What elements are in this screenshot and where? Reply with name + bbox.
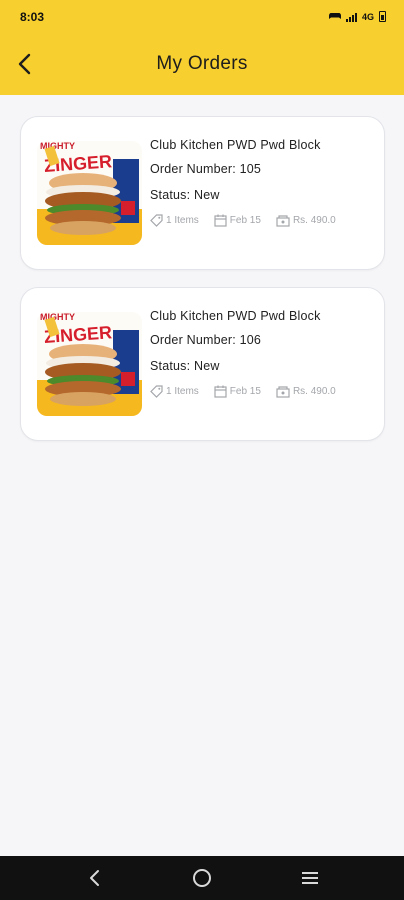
game-controller-icon xyxy=(328,13,341,19)
nav-home-button[interactable] xyxy=(182,863,222,893)
order-card[interactable]: MIGHTY ZINGER Club Kitchen PWD Pwd Block… xyxy=(20,116,385,270)
cash-icon xyxy=(276,214,290,227)
order-number: Order Number: 105 xyxy=(150,162,262,176)
items-count: 1 Items xyxy=(150,214,199,227)
status-time: 8:03 xyxy=(20,9,45,24)
burger-image: MIGHTY ZINGER xyxy=(37,141,142,245)
store-name: Club Kitchen PWD Pwd Block xyxy=(150,138,321,152)
chevron-left-icon xyxy=(18,53,31,75)
battery-icon xyxy=(379,11,386,22)
order-status: Status: New xyxy=(150,188,220,202)
order-meta: 1 Items Feb 15 Rs. 490.0 xyxy=(150,385,374,398)
store-name: Club Kitchen PWD Pwd Block xyxy=(150,309,321,323)
order-meta: 1 Items Feb 15 Rs. 490.0 xyxy=(150,214,374,227)
order-status: Status: New xyxy=(150,359,220,373)
page-title: My Orders xyxy=(156,53,248,74)
tag-icon xyxy=(150,385,163,398)
nav-menu-button[interactable] xyxy=(290,863,330,893)
tag-icon xyxy=(150,214,163,227)
order-card[interactable]: MIGHTY ZINGER Club Kitchen PWD Pwd Block… xyxy=(20,287,385,441)
app-bar: My Orders xyxy=(0,33,404,95)
home-circle-icon xyxy=(193,869,211,887)
orders-list: MIGHTY ZINGER Club Kitchen PWD Pwd Block… xyxy=(20,116,385,458)
menu-lines-icon xyxy=(302,872,318,884)
cash-icon xyxy=(276,385,290,398)
calendar-icon xyxy=(214,385,227,398)
nav-back-button[interactable] xyxy=(74,863,114,893)
order-date: Feb 15 xyxy=(214,214,261,227)
order-number: Order Number: 106 xyxy=(150,333,262,347)
items-count: 1 Items xyxy=(150,385,199,398)
network-label: 4G xyxy=(361,11,374,22)
order-thumbnail: MIGHTY ZINGER xyxy=(37,312,142,416)
order-date: Feb 15 xyxy=(214,385,261,398)
order-thumbnail: MIGHTY ZINGER xyxy=(37,141,142,245)
burger-image: MIGHTY ZINGER xyxy=(37,312,142,416)
order-total: Rs. 490.0 xyxy=(276,385,336,398)
calendar-icon xyxy=(214,214,227,227)
status-bar: 8:03 4G xyxy=(0,0,404,33)
status-indicators: 4G xyxy=(328,11,386,22)
back-triangle-icon xyxy=(90,870,99,886)
order-total: Rs. 490.0 xyxy=(276,214,336,227)
system-nav-bar xyxy=(0,856,404,900)
signal-icon xyxy=(345,12,357,22)
back-button[interactable] xyxy=(8,48,40,80)
